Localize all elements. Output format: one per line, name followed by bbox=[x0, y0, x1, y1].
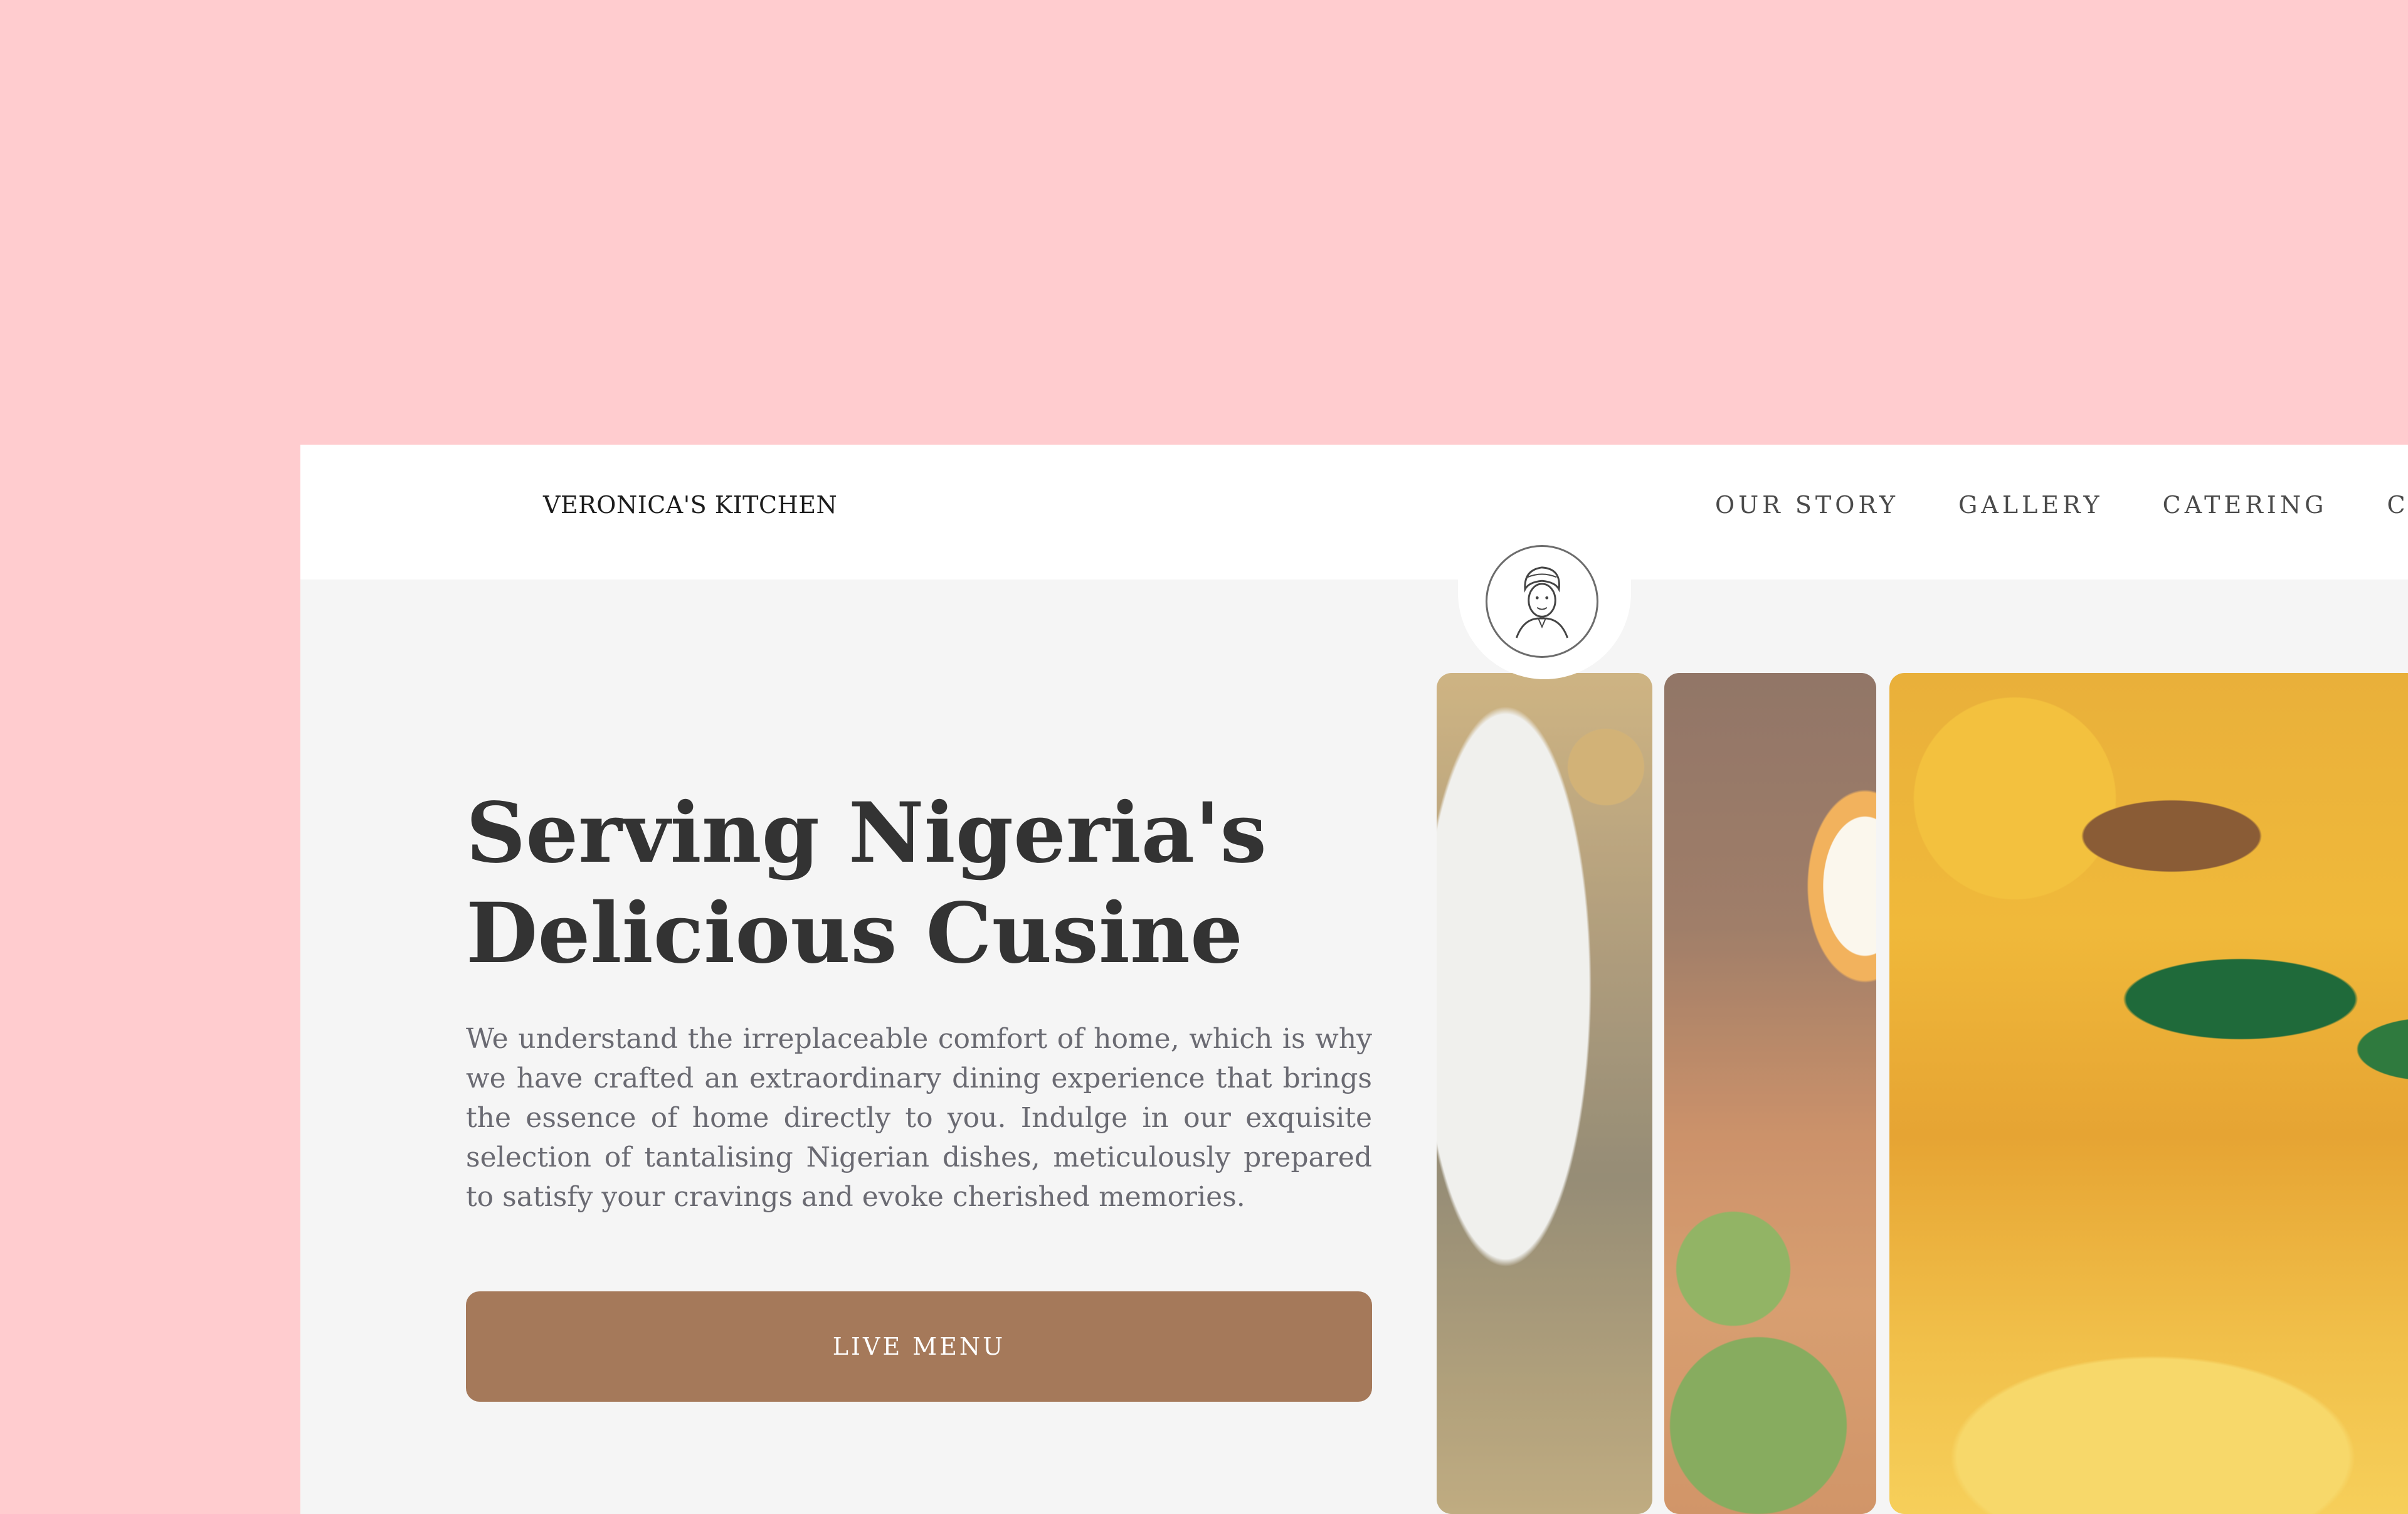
brand-name[interactable]: VERONICA'S KITCHEN bbox=[543, 491, 837, 519]
hero-heading-line2: Delicious Cusine bbox=[466, 885, 1243, 982]
hero-description: We understand the irreplaceable comfort … bbox=[466, 1023, 1372, 1213]
food-photo-pepper-soup bbox=[1889, 673, 2408, 1514]
main-nav: OUR STORY GALLERY CATERING CON bbox=[1715, 491, 2408, 519]
food-photo-jollof-rice bbox=[1664, 673, 1876, 1514]
site-header: VERONICA'S KITCHEN OUR STORY GALLERY CAT… bbox=[300, 445, 2408, 580]
nav-gallery[interactable]: GALLERY bbox=[1958, 491, 2103, 519]
live-menu-button[interactable]: LIVE MENU bbox=[466, 1291, 1372, 1402]
nav-contact[interactable]: CON bbox=[2387, 491, 2408, 519]
nav-our-story[interactable]: OUR STORY bbox=[1715, 491, 1899, 519]
site-frame: VERONICA'S KITCHEN OUR STORY GALLERY CAT… bbox=[300, 445, 2408, 1514]
hero-heading: Serving Nigeria's Delicious Cusine bbox=[466, 783, 1407, 984]
nav-catering[interactable]: CATERING bbox=[2163, 491, 2328, 519]
food-photo-pounded-yam bbox=[1437, 673, 1652, 1514]
chef-portrait-icon[interactable] bbox=[1486, 545, 1598, 658]
hero-heading-line1: Serving Nigeria's bbox=[466, 785, 1267, 882]
